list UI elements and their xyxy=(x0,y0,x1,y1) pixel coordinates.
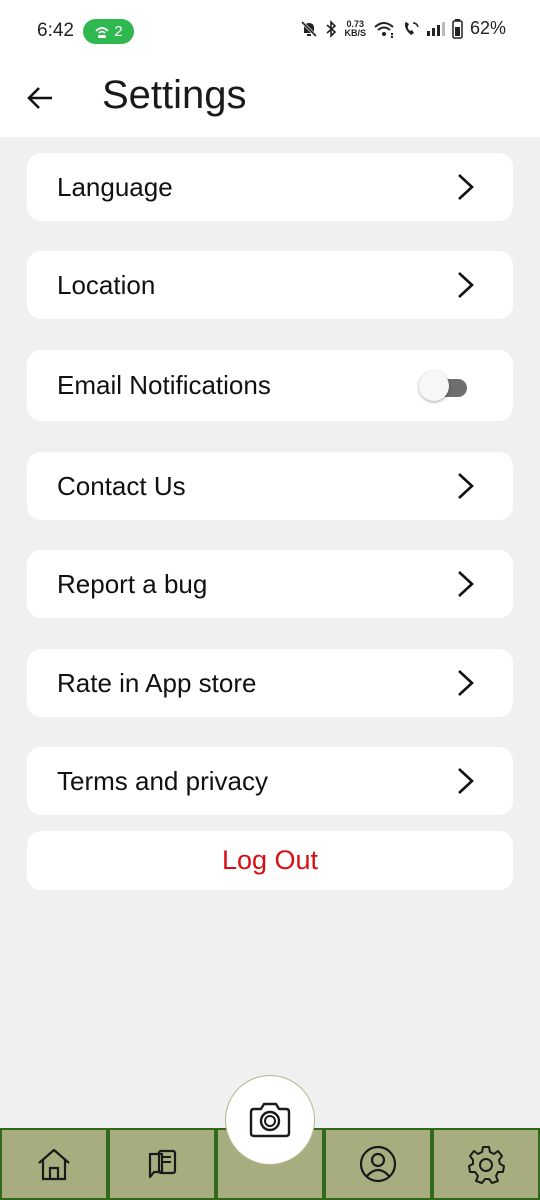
nav-tab-journal[interactable] xyxy=(108,1128,216,1200)
net-speed: 0.73 KB/S xyxy=(344,18,366,38)
settings-item-contact-us[interactable]: Contact Us xyxy=(27,452,513,520)
settings-item-language[interactable]: Language xyxy=(27,153,513,221)
back-arrow-icon xyxy=(27,87,52,109)
camera-icon xyxy=(249,1102,291,1138)
signal-icon xyxy=(426,21,445,36)
nav-tab-profile[interactable] xyxy=(324,1128,432,1200)
gear-icon xyxy=(468,1146,505,1184)
item-label: Report a bug xyxy=(57,568,208,599)
mute-bell-icon xyxy=(301,20,318,37)
hotspot-count: 2 xyxy=(114,23,123,40)
status-icons: 0.73 KB/S 62% xyxy=(300,18,506,39)
settings-item-email-notifications: Email Notifications xyxy=(27,350,513,421)
item-label: Terms and privacy xyxy=(57,765,268,796)
hotspot-badge: 2 xyxy=(83,19,134,44)
item-label: Location xyxy=(57,269,156,300)
back-button[interactable] xyxy=(24,82,56,114)
chevron-right-icon xyxy=(458,272,474,298)
battery-percent: 62% xyxy=(469,18,506,38)
logout-label: Log Out xyxy=(221,845,319,875)
hotspot-icon xyxy=(95,26,109,38)
camera-button[interactable] xyxy=(225,1075,315,1165)
profile-icon xyxy=(359,1145,397,1183)
toggle-knob xyxy=(419,370,449,401)
logout-button[interactable]: Log Out xyxy=(27,831,513,890)
chevron-right-icon xyxy=(458,670,474,696)
item-label: Email Notifications xyxy=(57,370,271,400)
item-label: Contact Us xyxy=(57,470,186,501)
settings-item-rate-app[interactable]: Rate in App store xyxy=(27,649,513,717)
settings-item-report-bug[interactable]: Report a bug xyxy=(27,550,513,618)
item-label: Language xyxy=(57,171,173,202)
nav-tab-settings[interactable] xyxy=(432,1128,540,1200)
nav-tab-home[interactable] xyxy=(0,1128,108,1200)
chevron-right-icon xyxy=(458,174,474,200)
battery-icon xyxy=(452,18,463,39)
settings-item-terms-privacy[interactable]: Terms and privacy xyxy=(27,747,513,815)
page-title: Settings xyxy=(102,73,247,117)
item-label: Rate in App store xyxy=(57,667,257,698)
chevron-right-icon xyxy=(458,473,474,499)
status-bar: 6:42 2 0.73 KB/S 62% xyxy=(0,0,540,64)
settings-item-location[interactable]: Location xyxy=(27,251,513,319)
bluetooth-icon xyxy=(326,19,337,38)
chevron-right-icon xyxy=(458,768,474,794)
app-header: Settings xyxy=(0,64,540,137)
email-notifications-toggle[interactable] xyxy=(419,370,467,401)
chat-book-icon xyxy=(148,1149,177,1179)
home-icon xyxy=(38,1148,70,1181)
wifi-call-icon xyxy=(404,21,419,35)
chevron-right-icon xyxy=(458,571,474,597)
status-time: 6:42 xyxy=(37,20,74,41)
wifi-icon xyxy=(374,21,394,38)
